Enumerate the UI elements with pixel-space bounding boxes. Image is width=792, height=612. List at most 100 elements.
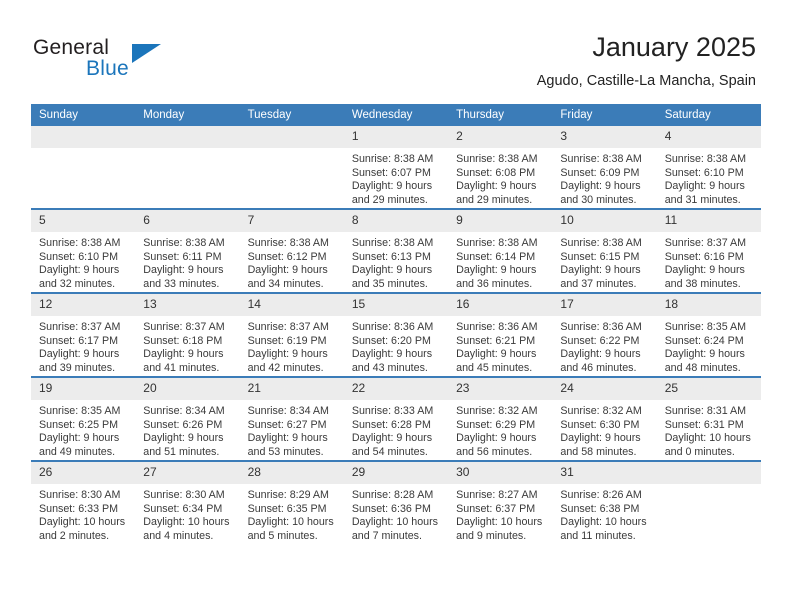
day-detail-line: Sunset: 6:36 PM	[351, 502, 431, 515]
day-number: 25	[656, 378, 761, 400]
day-number: 11	[656, 210, 761, 232]
day-number: 13	[135, 294, 240, 316]
calendar-day-cell[interactable]: 30 Sunrise: 8:27 AM Sunset: 6:37 PM Dayligh…	[448, 460, 553, 544]
calendar-day-cell[interactable]: 13 Sunrise: 8:37 AM Sunset: 6:18 PM Dayligh…	[135, 292, 240, 377]
day-details: Sunrise: 8:38 AM Sunset: 6:15 PM Daylight:…	[552, 232, 656, 291]
day-details: Sunrise: 8:37 AM Sunset: 6:16 PM Daylight:…	[657, 232, 761, 291]
day-detail-line: Daylight: 9 hours	[456, 432, 537, 445]
day-detail-line: Daylight: 9 hours	[560, 264, 641, 277]
day-number: 16	[448, 294, 553, 316]
day-number	[239, 126, 344, 148]
calendar-day-cell[interactable]: 15 Sunrise: 8:36 AM Sunset: 6:20 PM Dayligh…	[343, 292, 449, 377]
day-details	[657, 484, 761, 489]
weekday-header-wednesday: Wednesday	[343, 104, 449, 126]
calendar-day-cell[interactable]: 19 Sunrise: 8:35 AM Sunset: 6:25 PM Dayligh…	[31, 376, 136, 461]
day-detail-line: and 54 minutes.	[351, 445, 428, 458]
calendar-day-cell[interactable]: 25 Sunrise: 8:31 AM Sunset: 6:31 PM Dayligh…	[656, 376, 761, 461]
calendar-day-cell[interactable]: 9 Sunrise: 8:38 AM Sunset: 6:14 PM Daylight…	[448, 208, 553, 293]
day-detail-line: Sunset: 6:21 PM	[456, 334, 536, 347]
day-details: Sunrise: 8:36 AM Sunset: 6:21 PM Daylight:…	[448, 316, 552, 375]
calendar-day-cell[interactable]: 6 Sunrise: 8:38 AM Sunset: 6:11 PM Daylight…	[135, 208, 240, 293]
day-detail-line: Daylight: 9 hours	[456, 180, 537, 193]
day-details: Sunrise: 8:33 AM Sunset: 6:28 PM Daylight:…	[344, 400, 448, 459]
calendar-week-row: 12 Sunrise: 8:37 AM Sunset: 6:17 PM Dayligh…	[31, 292, 761, 377]
calendar-day-cell[interactable]: 10 Sunrise: 8:38 AM Sunset: 6:15 PM Dayligh…	[552, 208, 657, 293]
calendar-day-cell[interactable]: 17 Sunrise: 8:36 AM Sunset: 6:22 PM Dayligh…	[552, 292, 657, 377]
calendar-grid: Sunday Monday Tuesday Wednesday Thursday…	[31, 104, 761, 544]
day-detail-line: Daylight: 9 hours	[351, 180, 433, 193]
calendar-day-cell[interactable]: 27 Sunrise: 8:30 AM Sunset: 6:34 PM Dayligh…	[135, 460, 240, 544]
calendar-day-cell[interactable]: 1 Sunrise: 8:38 AM Sunset: 6:07 PM Daylight…	[343, 126, 449, 209]
day-detail-line: Sunrise: 8:32 AM	[560, 405, 642, 417]
calendar-day-cell-empty	[656, 460, 761, 544]
day-number: 31	[552, 462, 657, 484]
weekday-header-sunday: Sunday	[31, 104, 136, 126]
calendar-day-cell[interactable]: 2 Sunrise: 8:38 AM Sunset: 6:08 PM Daylight…	[448, 126, 553, 209]
day-detail-line: Daylight: 10 hours	[39, 516, 126, 529]
day-number: 23	[448, 378, 553, 400]
day-number: 19	[31, 378, 136, 400]
calendar-day-cell[interactable]: 11 Sunrise: 8:37 AM Sunset: 6:16 PM Dayligh…	[656, 208, 761, 293]
day-detail-line: Sunrise: 8:27 AM	[456, 489, 538, 501]
day-number: 10	[552, 210, 657, 232]
day-detail-line: and 56 minutes.	[456, 445, 533, 458]
calendar-day-cell[interactable]: 16 Sunrise: 8:36 AM Sunset: 6:21 PM Dayligh…	[448, 292, 553, 377]
calendar-day-cell[interactable]: 8 Sunrise: 8:38 AM Sunset: 6:13 PM Daylight…	[343, 208, 449, 293]
day-detail-line: and 53 minutes.	[247, 445, 324, 458]
day-detail-line: and 46 minutes.	[560, 361, 637, 374]
calendar-day-cell[interactable]: 20 Sunrise: 8:34 AM Sunset: 6:26 PM Dayligh…	[135, 376, 240, 461]
calendar-day-cell[interactable]: 31 Sunrise: 8:26 AM Sunset: 6:38 PM Dayligh…	[552, 460, 657, 544]
day-detail-line: and 35 minutes.	[351, 277, 428, 290]
day-details: Sunrise: 8:34 AM Sunset: 6:27 PM Daylight:…	[240, 400, 344, 459]
day-detail-line: Sunrise: 8:38 AM	[351, 153, 434, 165]
day-detail-line: Sunset: 6:16 PM	[664, 250, 744, 263]
calendar-week-row: 5 Sunrise: 8:38 AM Sunset: 6:10 PM Daylight…	[31, 208, 761, 293]
day-detail-line: Sunrise: 8:38 AM	[560, 237, 642, 249]
day-detail-line: Sunset: 6:35 PM	[247, 502, 327, 515]
calendar-day-cell[interactable]: 23 Sunrise: 8:32 AM Sunset: 6:29 PM Dayligh…	[448, 376, 553, 461]
day-detail-line: Sunset: 6:34 PM	[143, 502, 223, 515]
day-details	[135, 148, 239, 153]
day-detail-line: and 33 minutes.	[143, 277, 220, 290]
calendar-day-cell[interactable]: 28 Sunrise: 8:29 AM Sunset: 6:35 PM Dayligh…	[239, 460, 344, 544]
calendar-day-cell[interactable]: 7 Sunrise: 8:38 AM Sunset: 6:12 PM Daylight…	[239, 208, 344, 293]
day-detail-line: and 4 minutes.	[143, 529, 214, 542]
day-detail-line: Sunrise: 8:38 AM	[351, 237, 434, 249]
day-detail-line: Sunrise: 8:36 AM	[351, 321, 434, 333]
calendar-day-cell[interactable]: 29 Sunrise: 8:28 AM Sunset: 6:36 PM Dayligh…	[343, 460, 449, 544]
calendar-day-cell[interactable]: 12 Sunrise: 8:37 AM Sunset: 6:17 PM Dayligh…	[31, 292, 136, 377]
day-number: 8	[343, 210, 449, 232]
day-detail-line: Sunset: 6:13 PM	[351, 250, 431, 263]
day-detail-line: Sunset: 6:37 PM	[456, 502, 536, 515]
day-details: Sunrise: 8:34 AM Sunset: 6:26 PM Daylight:…	[135, 400, 239, 459]
day-detail-line: Daylight: 9 hours	[664, 348, 745, 361]
calendar-day-cell[interactable]: 24 Sunrise: 8:32 AM Sunset: 6:30 PM Dayligh…	[552, 376, 657, 461]
day-detail-line: Sunrise: 8:38 AM	[39, 237, 121, 249]
day-detail-line: Daylight: 10 hours	[456, 516, 543, 529]
day-details: Sunrise: 8:37 AM Sunset: 6:19 PM Daylight:…	[240, 316, 344, 375]
day-detail-line: Sunset: 6:20 PM	[351, 334, 431, 347]
calendar-day-cell[interactable]: 3 Sunrise: 8:38 AM Sunset: 6:09 PM Daylight…	[552, 126, 657, 209]
day-details: Sunrise: 8:36 AM Sunset: 6:20 PM Daylight:…	[344, 316, 448, 375]
day-number	[656, 462, 761, 484]
day-detail-line: Sunset: 6:22 PM	[560, 334, 640, 347]
day-detail-line: and 41 minutes.	[143, 361, 220, 374]
day-detail-line: Sunset: 6:24 PM	[664, 334, 744, 347]
calendar-day-cell[interactable]: 22 Sunrise: 8:33 AM Sunset: 6:28 PM Dayligh…	[343, 376, 449, 461]
calendar-day-cell[interactable]: 4 Sunrise: 8:38 AM Sunset: 6:10 PM Daylight…	[656, 126, 761, 209]
day-detail-line: Sunset: 6:15 PM	[560, 250, 640, 263]
day-number: 9	[448, 210, 553, 232]
calendar-day-cell[interactable]: 26 Sunrise: 8:30 AM Sunset: 6:33 PM Dayligh…	[31, 460, 136, 544]
day-detail-line: Daylight: 9 hours	[456, 264, 537, 277]
calendar-week-row: 1 Sunrise: 8:38 AM Sunset: 6:07 PM Daylight…	[31, 126, 761, 209]
calendar-day-cell[interactable]: 14 Sunrise: 8:37 AM Sunset: 6:19 PM Dayligh…	[239, 292, 344, 377]
day-detail-line: and 58 minutes.	[560, 445, 637, 458]
calendar-day-cell[interactable]: 18 Sunrise: 8:35 AM Sunset: 6:24 PM Dayligh…	[656, 292, 761, 377]
day-number	[135, 126, 240, 148]
general-blue-logo[interactable]: General Blue	[33, 36, 193, 84]
day-detail-line: Sunset: 6:12 PM	[247, 250, 327, 263]
day-detail-line: and 36 minutes.	[456, 277, 533, 290]
calendar-day-cell[interactable]: 21 Sunrise: 8:34 AM Sunset: 6:27 PM Dayligh…	[239, 376, 344, 461]
calendar-week-row: 19 Sunrise: 8:35 AM Sunset: 6:25 PM Dayligh…	[31, 376, 761, 461]
calendar-day-cell[interactable]: 5 Sunrise: 8:38 AM Sunset: 6:10 PM Daylight…	[31, 208, 136, 293]
